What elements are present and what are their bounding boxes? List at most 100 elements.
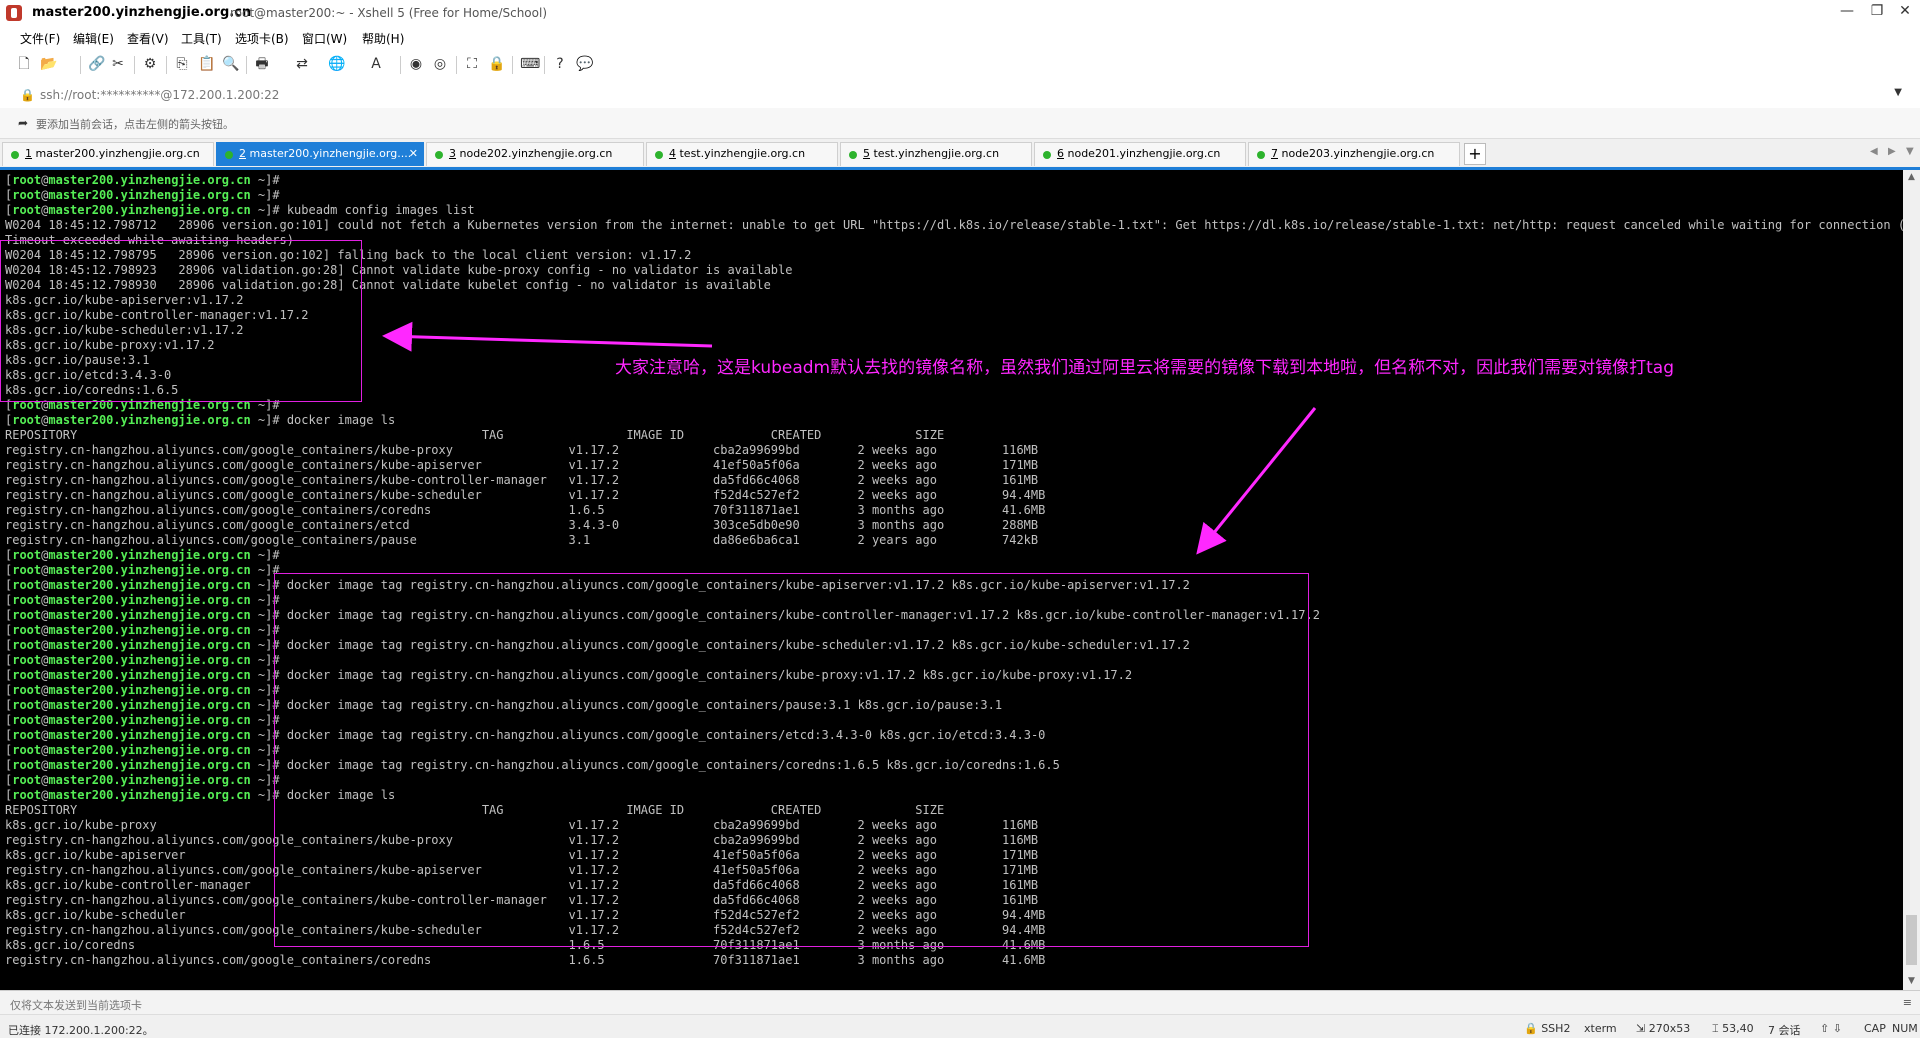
toolbar-separator bbox=[134, 56, 135, 74]
tab-label: test.yinzhengjie.org.cn bbox=[676, 147, 806, 160]
lock-icon: 🔒 bbox=[20, 88, 35, 102]
script-icon[interactable]: ◎ bbox=[432, 56, 448, 72]
connected-dot-icon bbox=[655, 151, 663, 159]
toolbar-separator bbox=[166, 56, 167, 74]
chat-icon[interactable]: 💬 bbox=[576, 56, 593, 72]
new-session-icon[interactable]: 🗋 bbox=[16, 56, 32, 72]
terminal-size: ⇲ 270x53 bbox=[1636, 1022, 1691, 1035]
session-hint-bar: ➦ 要添加当前会话，点击左侧的箭头按钮。 bbox=[0, 108, 1920, 139]
close-button[interactable]: ✕ bbox=[1890, 0, 1920, 24]
annotation-note: 大家注意哈，这是kubeadm默认去找的镜像名称，虽然我们通过阿里云将需要的镜像… bbox=[615, 358, 1674, 378]
status-bar: 已连接 172.200.1.200:22。 🔒 SSH2 xterm ⇲ 270… bbox=[0, 1014, 1920, 1037]
connected-dot-icon bbox=[11, 151, 19, 159]
tab-number: 7 bbox=[1271, 147, 1278, 160]
keyboard-icon[interactable]: ⌨ bbox=[520, 56, 540, 72]
terminal-type: xterm bbox=[1584, 1022, 1617, 1035]
menu-tools[interactable]: 工具(T) bbox=[181, 30, 222, 47]
connected-dot-icon bbox=[1257, 151, 1265, 159]
tab-list-icon[interactable]: ▼ bbox=[1906, 146, 1914, 157]
terminal-area[interactable]: [root@master200.yinzhengjie.org.cn ~]# [r… bbox=[0, 170, 1903, 990]
minimize-button[interactable]: — bbox=[1832, 0, 1862, 24]
compose-placeholder: 仅将文本发送到当前选项卡 bbox=[10, 999, 142, 1012]
properties-icon[interactable]: ⚙ bbox=[142, 56, 158, 72]
tab-label: node203.yinzhengjie.org.cn bbox=[1278, 147, 1435, 160]
tab-session-1[interactable]: 1 master200.yinzhengjie.org.cn bbox=[2, 142, 214, 166]
tab-number: 4 bbox=[669, 147, 676, 160]
tab-prev-icon[interactable]: ◀ bbox=[1870, 146, 1878, 157]
session-nav-arrows[interactable]: ⇧ ⇩ bbox=[1820, 1022, 1842, 1035]
new-tab-button[interactable]: + bbox=[1464, 143, 1486, 165]
terminal-size-label: 270x53 bbox=[1648, 1022, 1691, 1035]
tab-session-5[interactable]: 5 test.yinzhengjie.org.cn bbox=[840, 142, 1032, 166]
protocol-status: 🔒 SSH2 bbox=[1524, 1022, 1571, 1035]
terminal-scrollbar[interactable]: ▲ ▼ bbox=[1903, 170, 1920, 990]
tab-label: master200.yinzhengjie.org.... bbox=[246, 147, 412, 160]
reconnect-icon[interactable]: 🔗 bbox=[88, 56, 105, 72]
arrow-to-default-images bbox=[382, 321, 713, 352]
tab-label: master200.yinzhengjie.org.cn bbox=[32, 147, 200, 160]
lock-icon[interactable]: 🔒 bbox=[488, 56, 505, 72]
hint-text: 要添加当前会话，点击左侧的箭头按钮。 bbox=[36, 118, 234, 131]
tab-label: node202.yinzhengjie.org.cn bbox=[456, 147, 613, 160]
menu-help[interactable]: 帮助(H) bbox=[362, 30, 404, 47]
annotation-arrows bbox=[382, 321, 1317, 555]
menu-view[interactable]: 查看(V) bbox=[127, 30, 169, 47]
tab-session-2[interactable]: 2 master200.yinzhengjie.org.... ✕ bbox=[216, 142, 424, 166]
find-icon[interactable]: 🔍 bbox=[222, 56, 239, 72]
compose-bar[interactable]: 仅将文本发送到当前选项卡 ≡ bbox=[0, 990, 1920, 1015]
scroll-up-icon[interactable]: ▲ bbox=[1903, 172, 1920, 182]
menu-edit[interactable]: 编辑(E) bbox=[73, 30, 114, 47]
arrow-to-tag-commands bbox=[1196, 407, 1317, 555]
menu-file[interactable]: 文件(F) bbox=[20, 30, 60, 47]
help-icon[interactable]: ? bbox=[552, 56, 568, 72]
connected-dot-icon bbox=[849, 151, 857, 159]
copy-icon[interactable]: ⎘ bbox=[174, 56, 190, 72]
tab-session-4[interactable]: 4 test.yinzhengjie.org.cn bbox=[646, 142, 838, 166]
tab-number: 2 bbox=[239, 147, 246, 160]
menu-tab[interactable]: 选项卡(B) bbox=[235, 30, 289, 47]
window-title: master200.yinzhengjie.org.cn bbox=[32, 5, 252, 20]
chevron-down-icon[interactable]: ▼ bbox=[1894, 87, 1902, 98]
tab-number: 3 bbox=[449, 147, 456, 160]
toolbar-separator bbox=[400, 56, 401, 74]
close-tab-icon[interactable]: ✕ bbox=[409, 143, 418, 165]
protocol-label: SSH2 bbox=[1541, 1022, 1571, 1035]
add-session-arrow-icon[interactable]: ➦ bbox=[18, 116, 28, 130]
xftp-icon[interactable]: ◉ bbox=[408, 56, 424, 72]
fullscreen-icon[interactable]: ⛶ bbox=[464, 56, 480, 72]
toolbar: 🗋 📂 🔗 ✂ ⚙ ⎘ 📋 🔍 🖶 ⇄ 🌐 A ◉ ◎ ⛶ 🔒 ⌨ ? 💬 bbox=[0, 48, 1920, 83]
cursor-position-label: 53,40 bbox=[1722, 1022, 1754, 1035]
connected-dot-icon bbox=[1043, 151, 1051, 159]
tab-session-3[interactable]: 3 node202.yinzhengjie.org.cn bbox=[426, 142, 644, 166]
address-text[interactable]: ssh://root:**********@172.200.1.200:22 bbox=[40, 88, 279, 102]
font-icon[interactable]: A bbox=[368, 56, 384, 72]
connected-dot-icon bbox=[225, 151, 233, 159]
xshell-app-icon[interactable] bbox=[6, 5, 22, 21]
scroll-down-icon[interactable]: ▼ bbox=[1903, 976, 1920, 986]
restore-button[interactable]: ❐ bbox=[1862, 0, 1892, 24]
scroll-thumb[interactable] bbox=[1906, 915, 1917, 965]
menu-lines-icon[interactable]: ≡ bbox=[1903, 996, 1912, 1009]
paste-icon[interactable]: 📋 bbox=[198, 56, 215, 72]
tab-next-icon[interactable]: ▶ bbox=[1888, 146, 1896, 157]
transfer-icon[interactable]: ⇄ bbox=[294, 56, 310, 72]
tab-session-6[interactable]: 6 node201.yinzhengjie.org.cn bbox=[1034, 142, 1246, 166]
caps-lock-indicator: CAP bbox=[1864, 1022, 1886, 1035]
window-subtitle: root@master200:~ - Xshell 5 (Free for Ho… bbox=[230, 6, 548, 20]
connected-dot-icon bbox=[435, 151, 443, 159]
tab-number: 1 bbox=[25, 147, 32, 160]
address-bar[interactable]: 🔒 ssh://root:**********@172.200.1.200:22… bbox=[0, 82, 1920, 109]
tab-label: test.yinzhengjie.org.cn bbox=[870, 147, 1000, 160]
menu-window[interactable]: 窗口(W) bbox=[302, 30, 347, 47]
open-folder-icon[interactable]: 📂 bbox=[40, 56, 57, 72]
print-icon[interactable]: 🖶 bbox=[254, 56, 270, 72]
tab-label: node201.yinzhengjie.org.cn bbox=[1064, 147, 1221, 160]
toolbar-separator bbox=[80, 56, 81, 74]
tab-session-7[interactable]: 7 node203.yinzhengjie.org.cn bbox=[1248, 142, 1460, 166]
globe-icon[interactable]: 🌐 bbox=[328, 56, 345, 72]
toolbar-separator bbox=[456, 56, 457, 74]
tab-number: 6 bbox=[1057, 147, 1064, 160]
disconnect-icon[interactable]: ✂ bbox=[110, 56, 126, 72]
title-bar: master200.yinzhengjie.org.cn root@master… bbox=[0, 0, 1920, 26]
num-lock-indicator: NUM bbox=[1892, 1022, 1918, 1035]
